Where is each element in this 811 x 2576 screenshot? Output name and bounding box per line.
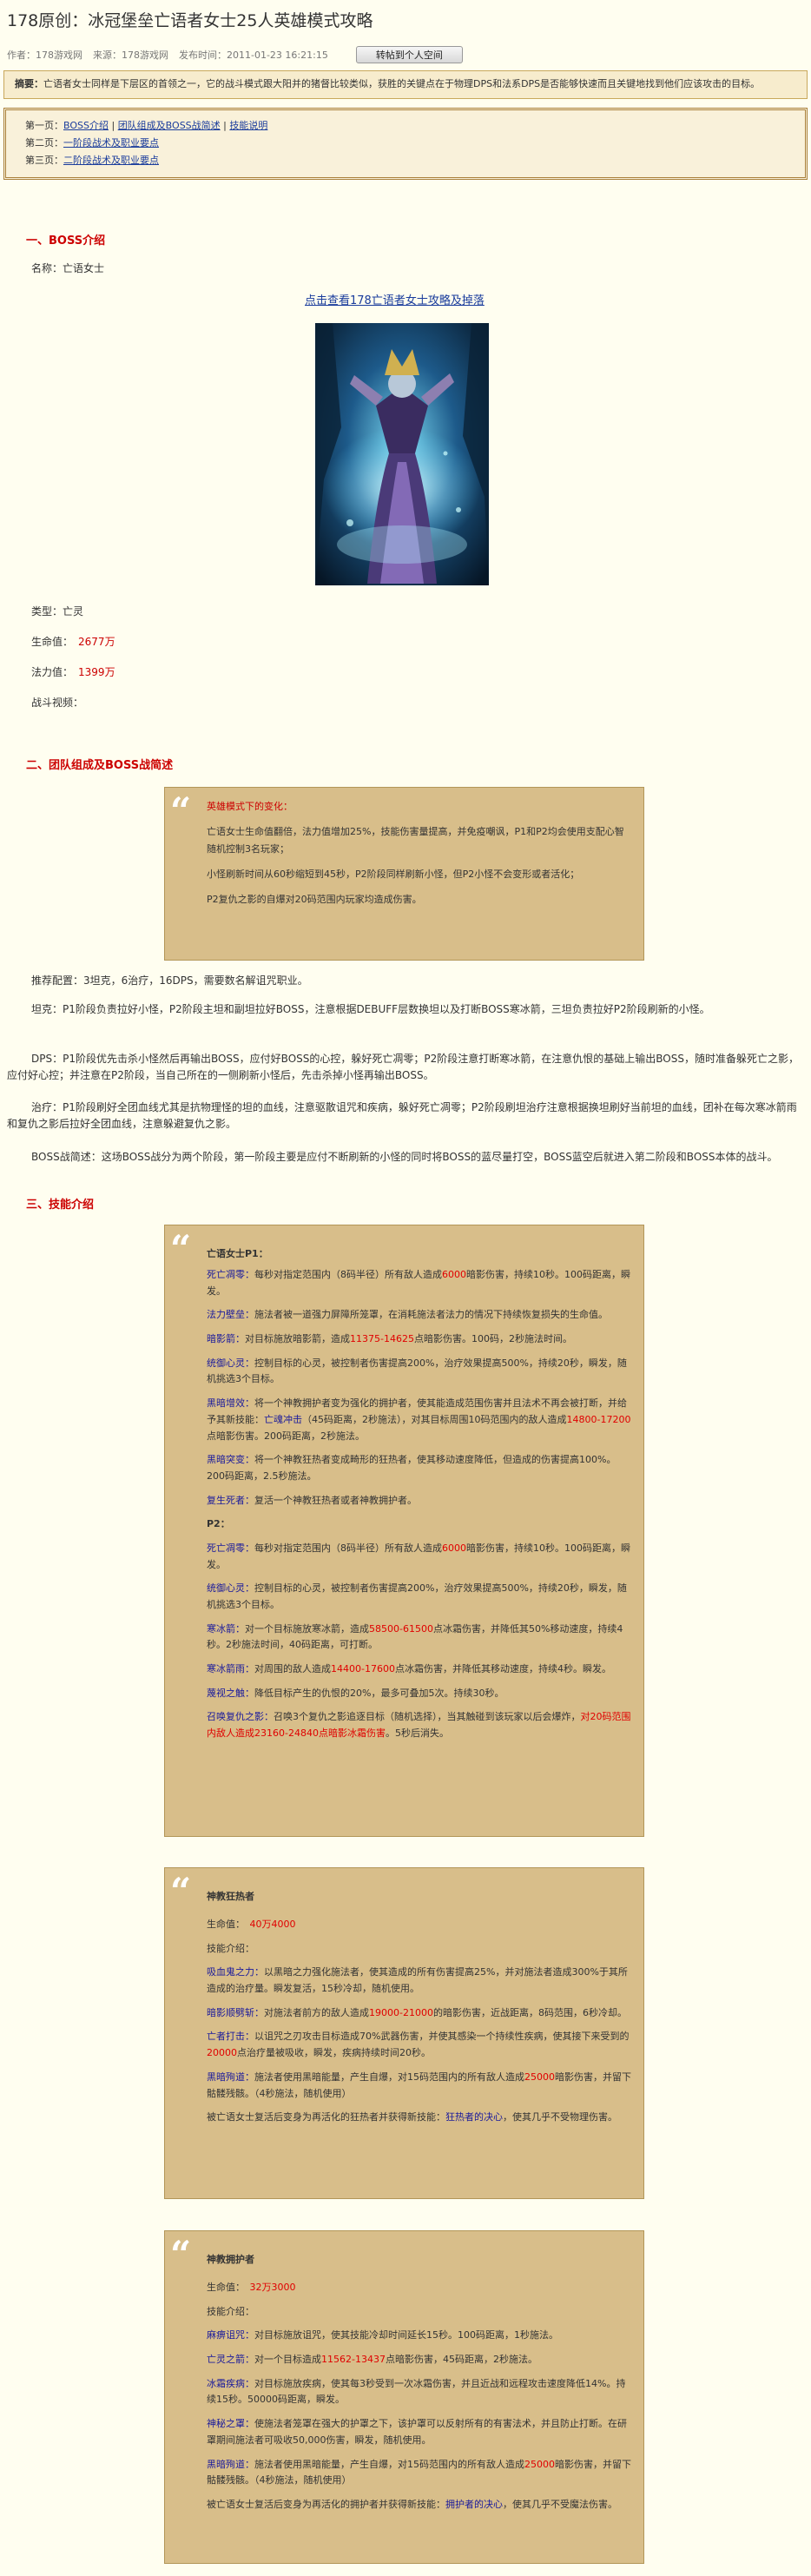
- section-title-skills: 三、技能介绍: [26, 1199, 95, 1212]
- toc-row: 第三页：二阶段战术及职业要点: [25, 152, 786, 169]
- fanatic-skill-list: 生命值： 40万4000 技能介绍： 吸血鬼之力：以黑暗之力强化施法者，使其造成…: [207, 1917, 632, 2134]
- skill-dark-martyrdom: 黑暗殉道：施法者使用黑暗能量，产生自爆，对15码范围内的所有敌人造成25000暗…: [207, 2071, 631, 2099]
- skill-touch-of-insignificance: 蔑视之触：降低目标产生的仇恨的20%，最多可叠加5次。持续30秒。: [207, 1687, 504, 1699]
- skill-p2-death-and-decay: 死亡凋零：每秒对指定范围内（8码半径）所有敌人造成6000暗影伤害，持续10秒。…: [207, 1542, 630, 1570]
- healer-notes: 治疗：P1阶段刷好全团血线尤其是抗物理怪的坦的血线，注意驱散诅咒和疾病，躲好死亡…: [7, 1101, 797, 1131]
- skill-dominate-mind: 统御心灵：控制目标的心灵，被控制者伤害提高200%，治疗效果提高500%，持续2…: [207, 1357, 627, 1385]
- fanatic-title: 神教狂热者: [207, 1891, 254, 1902]
- mana-label: 法力值：: [31, 666, 69, 678]
- heroic-change-1: 亡语女士生命值翻倍，法力值增加25%，技能伤害量提高，并免疫嘲讽，P1和P2均会…: [207, 826, 624, 855]
- skill-frost-fever: 冰霜疾病：对目标施放疾病，使其每3秒受到一次冰霜伤害，并且近战和远程攻击速度降低…: [207, 2377, 626, 2406]
- heroic-changes-quote: “ 英雄模式下的变化： 亡语女士生命值翻倍，法力值增加25%，技能伤害量提高，并…: [164, 787, 644, 961]
- source: 来源：178游戏网: [93, 49, 168, 61]
- page-title: 178原创：冰冠堡垒亡语者女士25人英雄模式攻略: [7, 11, 373, 30]
- fanatic-skills-label: 技能介绍：: [207, 1942, 254, 1954]
- fight-video-label: 战斗视频：: [31, 697, 84, 709]
- adherent-skill-list: 生命值： 32万3000 技能介绍： 麻痹诅咒：对目标施放诅咒，使其技能冷却时间…: [207, 2280, 632, 2521]
- fanatic-reanimated-note: 被亡语女士复活后变身为再活化的狂热者并获得新技能：狂热者的决心，使其几乎不受物理…: [207, 2111, 617, 2124]
- dps-notes: DPS：P1阶段优先击杀小怪然后再输出BOSS，应付好BOSS的心控，躲好死亡凋…: [7, 1053, 799, 1082]
- publish-time: 发布时间：2011-01-23 16:21:15: [179, 49, 328, 61]
- skill-deathchill-bolt: 亡灵之箭：对一个目标造成11562-13437点暗影伤害，45码距离，2秒施法。: [207, 2354, 537, 2366]
- skill-shadow-bolt: 暗影箭：对目标施放暗影箭，造成11375-14625点暗影伤害。100码，2秒施…: [207, 1333, 572, 1345]
- article-header: 178原创：冰冠堡垒亡语者女士25人英雄模式攻略 作者：178游戏网 来源：17…: [0, 0, 811, 64]
- skill-shadow-cleave: 暗影顺劈斩：对施法者前方的敌人造成19000-21000的暗影伤害，近战距离，8…: [207, 2006, 627, 2018]
- skill-vampiric-might: 吸血鬼之力：以黑暗之力强化施法者，使其造成的所有伤害提高25%，并对施法者造成3…: [207, 1966, 628, 1995]
- section-title-team: 二、团队组成及BOSS战简述: [26, 759, 174, 772]
- boss-portrait-illustration: [315, 323, 489, 585]
- heroic-change-2: 小怪刷新时间从60秒缩短到45秒，P2阶段同样刷新小怪，但P2小怪不会变形或者活…: [207, 868, 580, 880]
- article-meta: 作者：178游戏网 来源：178游戏网 发布时间：2011-01-23 16:2…: [7, 46, 804, 64]
- toc-link-boss-intro[interactable]: BOSS介绍: [63, 120, 109, 131]
- tank-notes: 坦克：P1阶段负责拉好小怪，P2阶段主坦和副坦拉好BOSS，注意根据DEBUFF…: [31, 1003, 710, 1015]
- article-page: 178原创：冰冠堡垒亡语者女士25人英雄模式攻略 作者：178游戏网 来源：17…: [0, 0, 811, 2576]
- quote-mark-icon: “: [170, 2233, 192, 2275]
- summary-box: 摘要：亡语者女士同样是下层区的首领之一，它的战斗模式跟大阳并的猪督比较类似，获胜…: [3, 70, 808, 99]
- adherent-box: “ 神教拥护者 生命值： 32万3000 技能介绍： 麻痹诅咒：对目标施放诅咒，…: [164, 2230, 644, 2564]
- skill-curse-of-torpor: 麻痹诅咒：对目标施放诅咒，使其技能冷却时间延长15秒。100码距离，1秒施法。: [207, 2329, 558, 2342]
- skill-shroud-of-the-occult: 神秘之罩：使施法者笼罩在强大的护罩之下，该护罩可以反射所有的有害法术，并且防止打…: [207, 2418, 627, 2446]
- boss-name: 名称：亡语女士: [31, 262, 105, 274]
- phase1-skill-list: 死亡凋零：每秒对指定范围内（8码半径）所有敌人造成6000暗影伤害，持续10秒。…: [207, 1267, 632, 1750]
- author: 作者：178游戏网: [7, 49, 82, 61]
- summary-label: 摘要：: [15, 78, 43, 90]
- skill-p2-dominate-mind: 统御心灵：控制目标的心灵，被控制者伤害提高200%，治疗效果提高500%，持续2…: [207, 1582, 627, 1610]
- skill-summon-spirit: 召唤复仇之影：召唤3个复仇之影追逐目标（随机选择），当其触碰到该玩家以后会爆炸，…: [207, 1711, 631, 1740]
- skill-animate-dead: 复生死者：复活一个神教狂热者或者神教拥护者。: [207, 1494, 417, 1506]
- toc-row: 第一页：BOSS介绍 | 团队组成及BOSS战简述 | 技能说明: [25, 119, 268, 131]
- quote-mark-icon: “: [170, 789, 192, 832]
- skill-death-and-decay: 死亡凋零：每秒对指定范围内（8码半径）所有敌人造成6000暗影伤害，持续10秒。…: [207, 1269, 630, 1297]
- skill-necrotic-strike: 亡者打击：以诅咒之刃攻击目标造成70%武器伤害，并使其感染一个持续性疾病，使其接…: [207, 2031, 630, 2059]
- skill-frostbolt-volley: 寒冰箭雨：对周围的敌人造成14400-17600点冰霜伤害，并降低其移动速度，持…: [207, 1663, 611, 1675]
- save-to-space-button[interactable]: 转帖到个人空间: [355, 46, 463, 64]
- quote-mark-icon: “: [170, 1227, 192, 1270]
- skill-dark-empowerment: 黑暗增效：将一个神教拥护者变为强化的拥护者，使其能造成范围伤害并且法术不再会被打…: [207, 1397, 631, 1442]
- skill-mana-barrier: 法力壁垒：施法者被一道强力屏障所笼罩，在消耗施法者法力的情况下持续恢复损失的生命…: [207, 1309, 608, 1321]
- adherent-hp: 生命值： 32万3000: [207, 2282, 296, 2293]
- toc-link-phase2[interactable]: 二阶段战术及职业要点: [63, 155, 159, 166]
- table-of-contents: 第一页：BOSS介绍 | 团队组成及BOSS战简述 | 技能说明 第二页：一阶段…: [3, 107, 808, 180]
- hp-label: 生命值：: [31, 636, 69, 648]
- skill-frostbolt: 寒冰箭：对一个目标施放寒冰箭，造成58500-61500点冰霜伤害，并降低其50…: [207, 1622, 623, 1651]
- recommended-setup: 推荐配置：3坦克，6治疗，16DPS，需要数名解诅咒职业。: [31, 974, 308, 987]
- section-title-boss-intro: 一、BOSS介绍: [26, 234, 106, 248]
- skill-dark-transformation: 黑暗突变：将一个神教狂热者变成畸形的狂热者，使其移动速度降低，但造成的伤害提高1…: [207, 1454, 616, 1482]
- boss-image: [315, 323, 489, 585]
- toc-link-team[interactable]: 团队组成及BOSS战简述: [118, 120, 221, 131]
- boss-type: 类型：亡灵: [31, 605, 84, 618]
- boss-mana: 法力值： 1399万: [31, 664, 115, 681]
- quote-mark-icon: “: [170, 1870, 192, 1912]
- boss-loot-link[interactable]: 点击查看178亡语者女士攻略及掉落: [305, 293, 485, 311]
- fanatic-hp: 生命值： 40万4000: [207, 1919, 296, 1930]
- toc-prefix: 第一页：: [25, 119, 63, 131]
- toc-prefix: 第三页：: [25, 155, 63, 167]
- heroic-change-3: P2复仇之影的自爆对20码范围内玩家均造成伤害。: [207, 894, 422, 905]
- toc-link-skills[interactable]: 技能说明: [229, 120, 267, 131]
- boss-skills-box: “ 亡语女士P1： 死亡凋零：每秒对指定范围内（8码半径）所有敌人造成6000暗…: [164, 1225, 644, 1837]
- summary-text: 亡语者女士同样是下层区的首领之一，它的战斗模式跟大阳并的猪督比较类似，获胜的关键…: [43, 78, 761, 90]
- mana-value: 1399万: [78, 666, 115, 678]
- toc-link-phase1[interactable]: 一阶段战术及职业要点: [63, 137, 159, 149]
- adherent-reanimated-note: 被亡语女士复活后变身为再活化的拥护者并获得新技能：拥护者的决心，使其几乎不受魔法…: [207, 2498, 617, 2510]
- hp-value: 2677万: [78, 636, 115, 648]
- adherent-title: 神教拥护者: [207, 2254, 254, 2265]
- boss-hp: 生命值： 2677万: [31, 634, 115, 651]
- toc-prefix: 第二页：: [25, 136, 63, 149]
- phase1-title: 亡语女士P1：: [207, 1248, 268, 1259]
- toc-row: 第二页：一阶段战术及职业要点: [25, 135, 786, 152]
- skill-adherent-dark-martyrdom: 黑暗殉道：施法者使用黑暗能量，产生自爆，对15码范围内的所有敌人造成25000暗…: [207, 2458, 631, 2487]
- adherent-skills-label: 技能介绍：: [207, 2305, 254, 2317]
- phase2-title: P2：: [207, 1518, 230, 1530]
- boss-fight-overview: BOSS战简述：这场BOSS战分为两个阶段，第一阶段主要是应付不断刷新的小怪的同…: [31, 1151, 778, 1163]
- heroic-changes-heading: 英雄模式下的变化：: [207, 801, 293, 812]
- fanatic-box: “ 神教狂热者 生命值： 40万4000 技能介绍： 吸血鬼之力：以黑暗之力强化…: [164, 1867, 644, 2199]
